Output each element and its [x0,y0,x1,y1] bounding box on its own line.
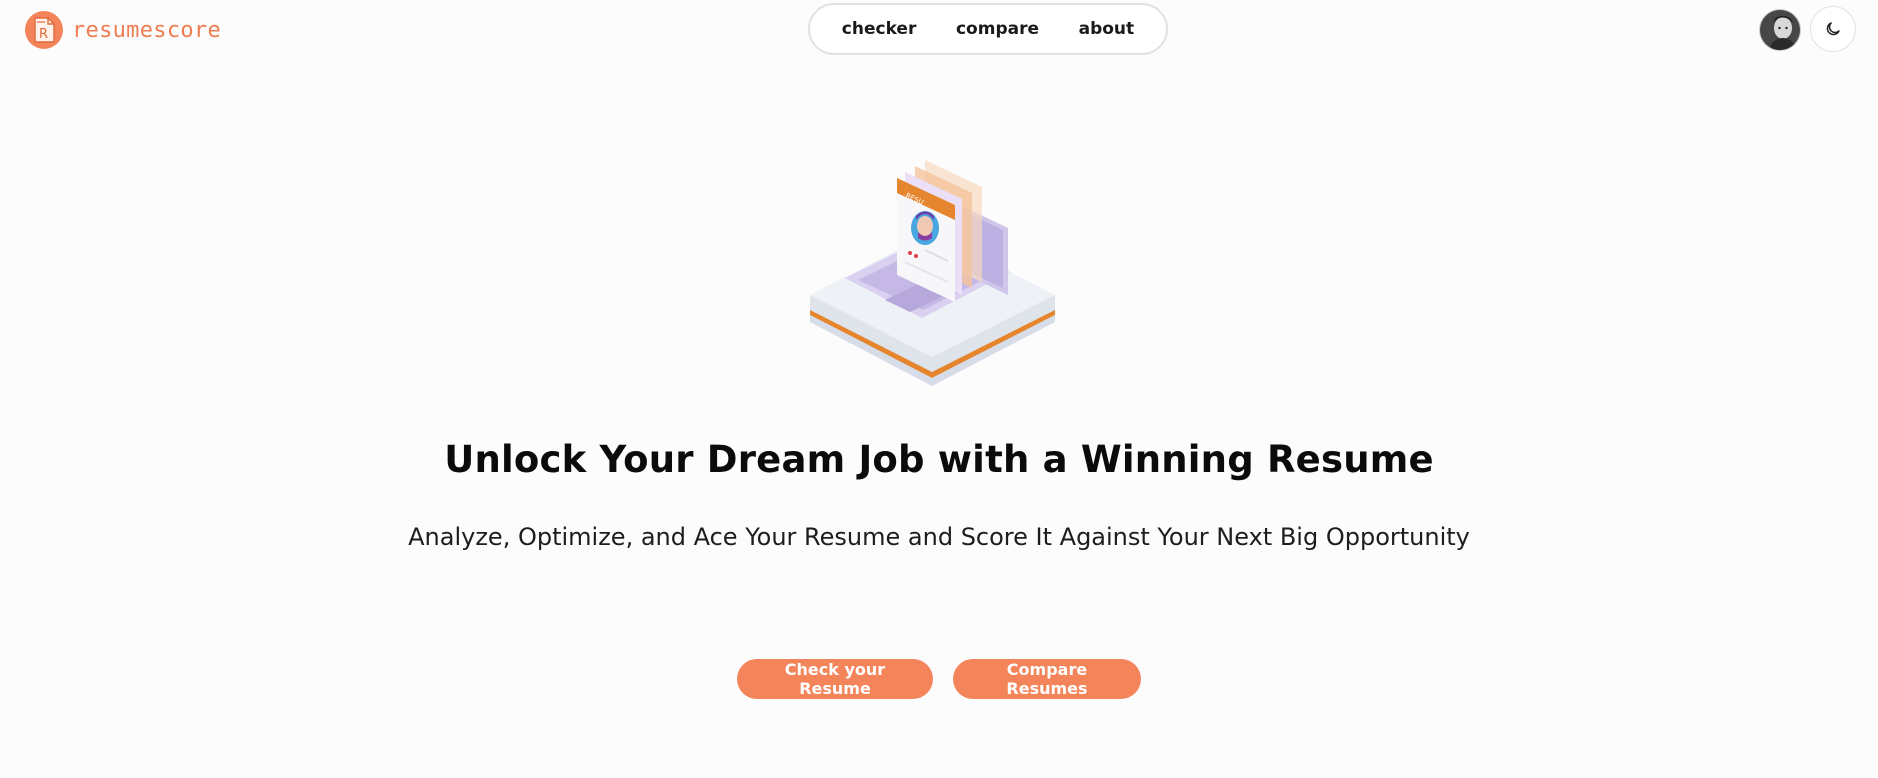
main-nav: checker compare about [808,3,1168,55]
svg-text:R: R [39,27,48,42]
nav-checker[interactable]: checker [828,13,931,45]
brand-name: resumescore [72,17,221,43]
hero-actions: Check your Resume Compare Resumes [0,659,1878,699]
resume-logo-icon: R [25,11,63,49]
resume-laptop-illustration: RESU [810,160,1055,386]
user-avatar-icon [1760,10,1800,50]
theme-toggle-button[interactable] [1810,6,1856,52]
user-avatar[interactable] [1759,9,1801,51]
landing-page: R resumescore checker compare about RESU… [0,0,1878,778]
compare-resumes-button[interactable]: Compare Resumes [953,659,1141,699]
brand-home-link[interactable]: R resumescore [24,10,221,50]
nav-about[interactable]: about [1065,13,1149,45]
check-resume-button[interactable]: Check your Resume [737,659,933,699]
nav-compare[interactable]: compare [942,13,1053,45]
hero-title: Unlock Your Dream Job with a Winning Res… [444,438,1434,481]
moon-icon [1826,22,1840,36]
hero-subtitle: Analyze, Optimize, and Ace Your Resume a… [408,523,1470,551]
